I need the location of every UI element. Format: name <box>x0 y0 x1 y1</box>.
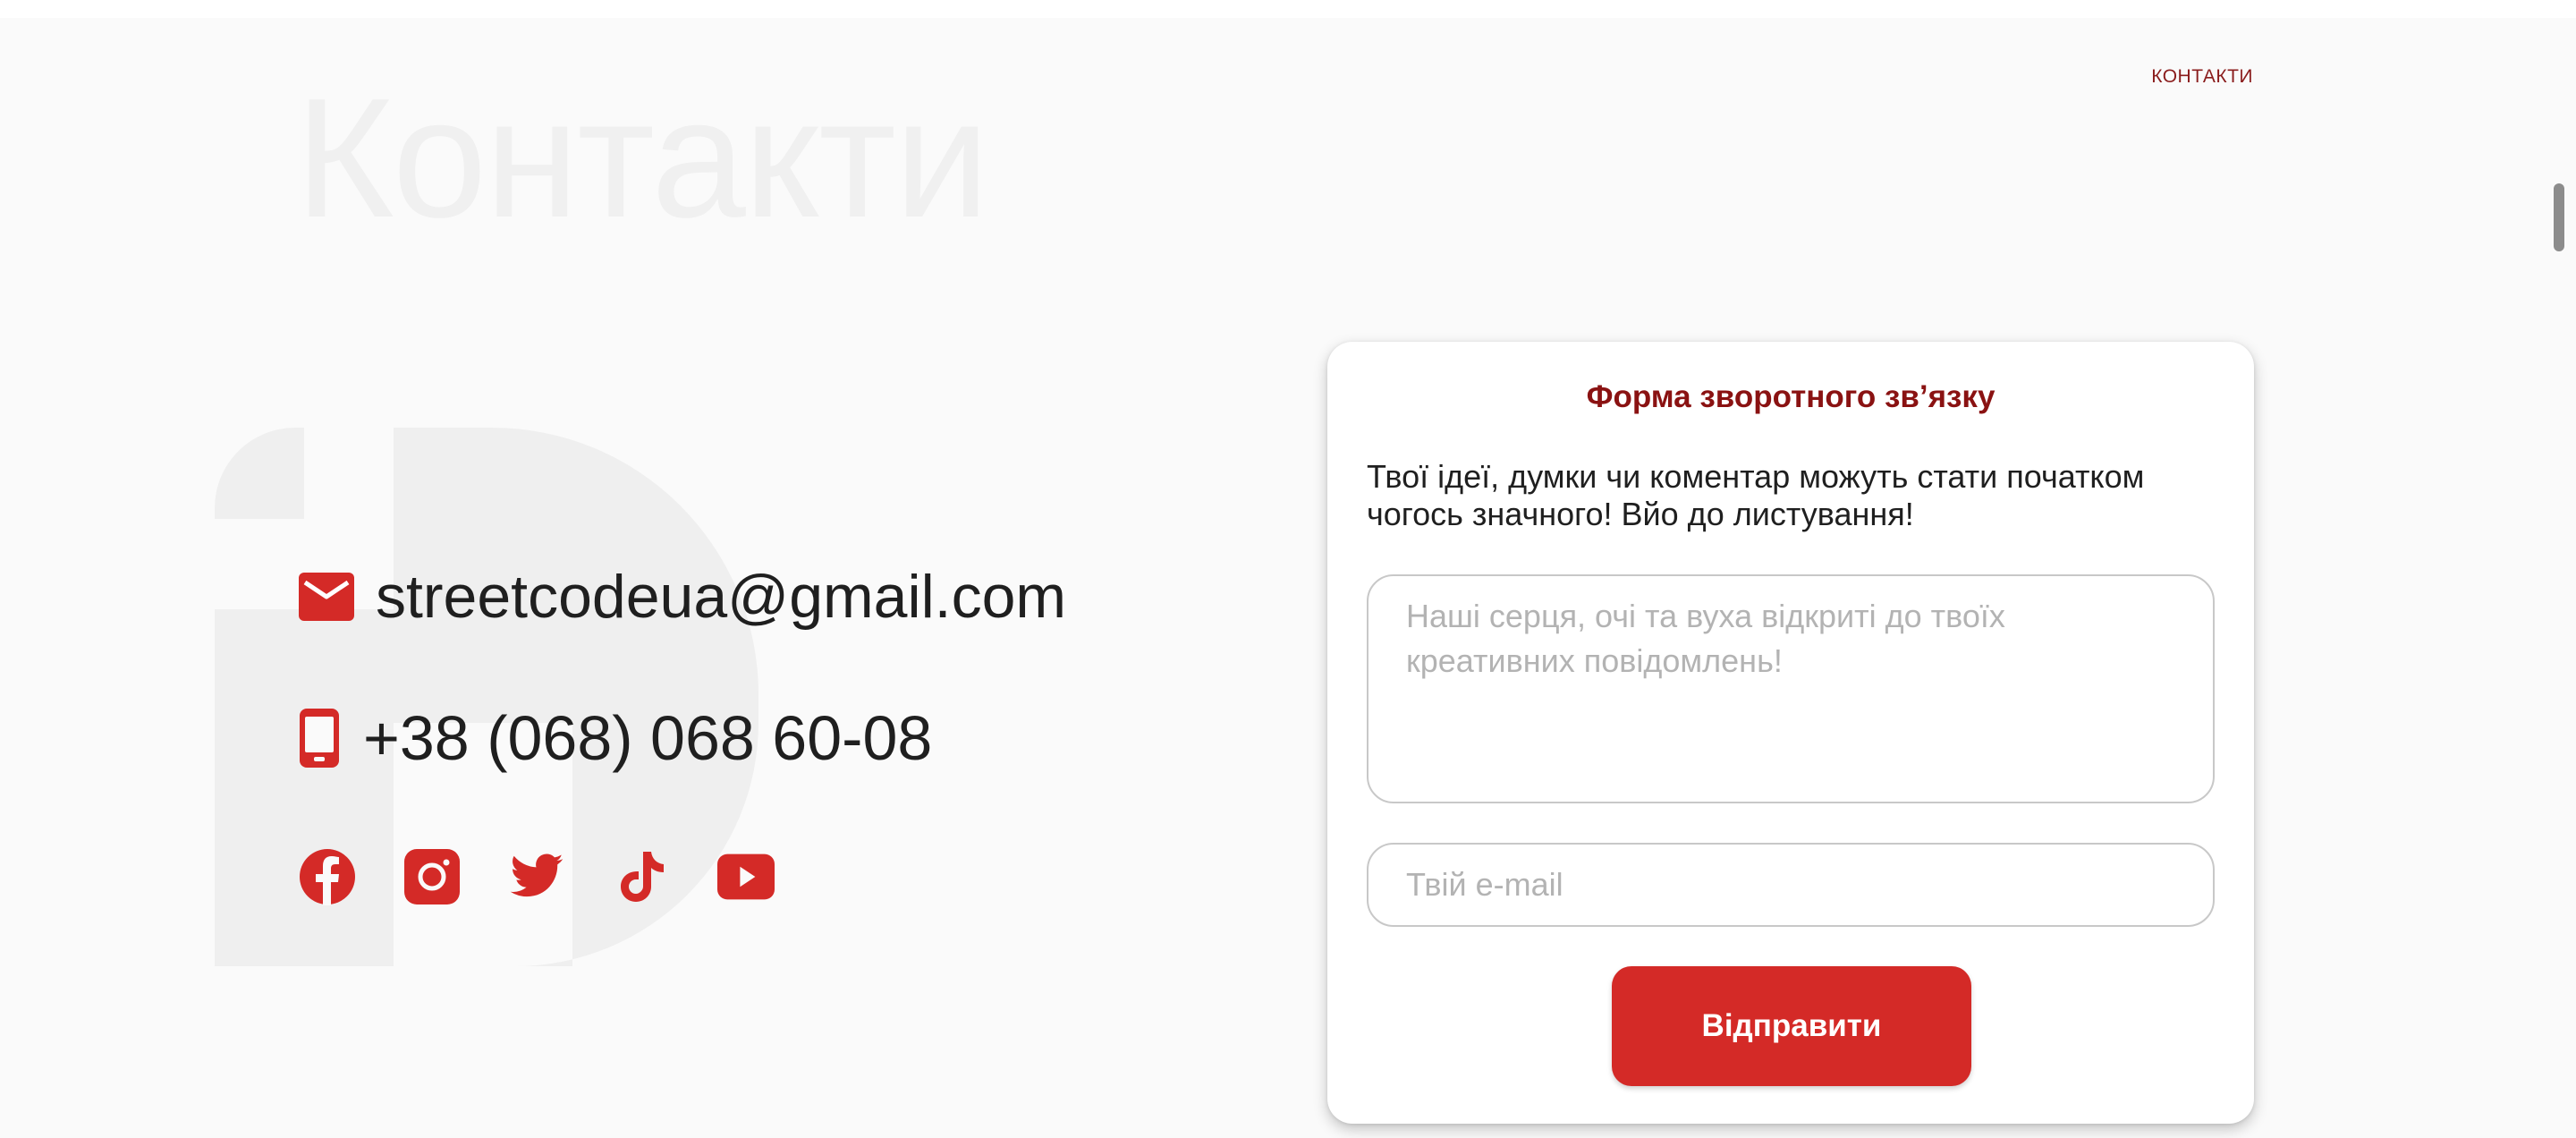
feedback-form: Форма зворотного зв’язку Твої ідеї, думк… <box>1327 342 2254 1124</box>
top-bar <box>0 0 2576 18</box>
form-title: Форма зворотного зв’язку <box>1586 379 1996 414</box>
submit-button[interactable]: Відправити <box>1612 966 1971 1086</box>
message-input[interactable] <box>1367 574 2215 803</box>
email-link[interactable]: streetcodeua@gmail.com <box>376 562 1066 632</box>
mail-icon <box>299 573 354 621</box>
form-description: Твої ідеї, думки чи коментар можуть стат… <box>1367 458 2145 532</box>
youtube-icon[interactable] <box>717 848 775 905</box>
phone-contact: +38 (068) 068 60-08 <box>299 703 932 773</box>
twitter-icon[interactable] <box>508 848 565 905</box>
page-title-watermark: Контакти <box>295 64 989 253</box>
tiktok-icon[interactable] <box>613 848 670 905</box>
instagram-icon[interactable] <box>403 848 461 905</box>
facebook-icon[interactable] <box>299 848 356 905</box>
email-contact: streetcodeua@gmail.com <box>299 563 1066 631</box>
scrollbar-thumb[interactable] <box>2554 183 2564 251</box>
social-links <box>299 848 822 905</box>
breadcrumb-contacts[interactable]: КОНТАКТИ <box>2151 66 2253 88</box>
phone-icon <box>299 708 340 769</box>
phone-link[interactable]: +38 (068) 068 60-08 <box>363 702 932 774</box>
email-field[interactable] <box>1367 843 2215 927</box>
